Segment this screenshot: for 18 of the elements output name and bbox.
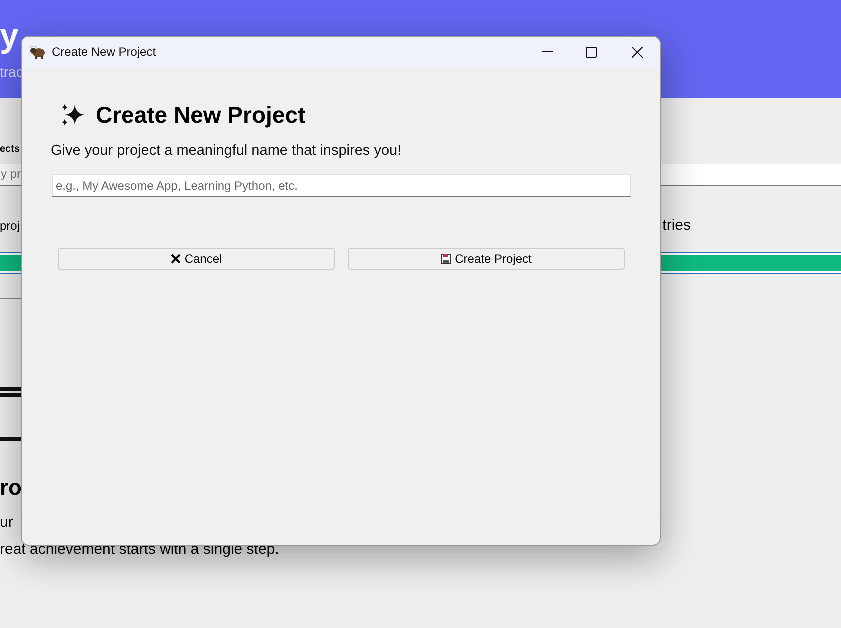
maximize-icon[interactable] [586, 46, 597, 58]
cancel-button[interactable]: Cancel [58, 248, 335, 270]
close-icon[interactable] [632, 46, 643, 58]
empty-text: ur [0, 513, 14, 533]
dialog-heading: Create New Project [96, 101, 306, 129]
close-icon [170, 254, 181, 264]
summary-text: proj [0, 218, 20, 235]
name-input-field[interactable]: e.g., My Awesome App, Learning Python, etc. [52, 174, 631, 197]
window-title: Create New Project [52, 44, 156, 61]
summary-text: tries [662, 216, 691, 236]
dialog-prompt: Give your project a meaningful name that inspires you! [51, 142, 403, 161]
page-title: y [0, 16, 19, 57]
empty-title: ro [0, 475, 22, 501]
section-label: ects [0, 143, 20, 157]
yak-icon [30, 45, 46, 59]
create-project-button[interactable]: Create Project [348, 248, 625, 270]
minimize-icon[interactable] [542, 51, 553, 53]
sparkles-icon [60, 102, 86, 128]
